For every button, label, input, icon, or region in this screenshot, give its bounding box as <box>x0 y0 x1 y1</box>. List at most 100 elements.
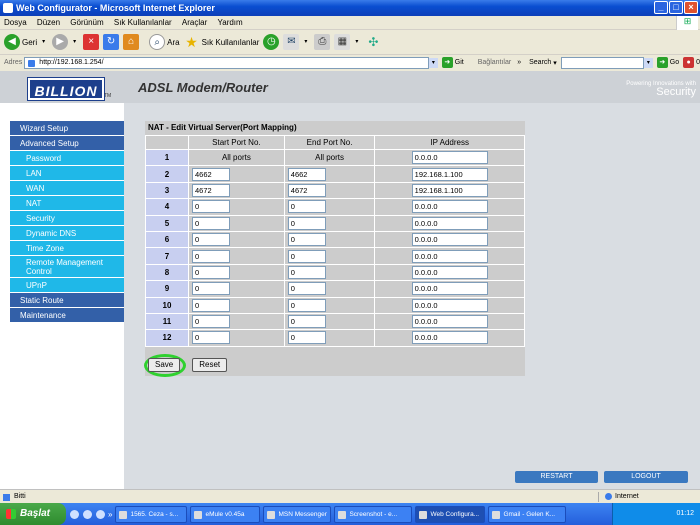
reset-button[interactable]: Reset <box>192 358 228 372</box>
address-dropdown-icon[interactable]: ▾ <box>429 57 438 68</box>
ip-address-input[interactable]: 0.0.0.0 <box>411 265 488 279</box>
search-button[interactable]: ⌕ Ara <box>149 34 180 50</box>
end-port-input[interactable]: 0 <box>287 315 326 329</box>
sidebar-item-remote-management-control[interactable]: Remote Management Control <box>10 256 124 278</box>
start-port-input[interactable]: 4672 <box>192 183 230 197</box>
menu-help[interactable]: Yardım <box>214 16 247 30</box>
sidebar-item-dynamic-dns[interactable]: Dynamic DNS <box>10 226 124 241</box>
mail-button[interactable]: ✉ ▾ <box>283 34 310 50</box>
sidebar-item-wan[interactable]: WAN <box>10 181 124 196</box>
start-port-input[interactable]: 0 <box>192 216 230 230</box>
taskbar-button[interactable]: MSN Messenger <box>263 505 332 523</box>
start-port-input[interactable]: 0 <box>192 200 230 214</box>
stop-button[interactable]: × <box>83 34 100 50</box>
address-input[interactable]: http://192.168.1.254/ <box>24 56 430 69</box>
start-port-input[interactable]: 0 <box>192 249 230 263</box>
ip-address-input[interactable]: 0.0.0.0 <box>411 298 488 312</box>
search-dropdown-icon[interactable]: ▾ <box>644 57 653 68</box>
end-port-input[interactable]: 0 <box>287 331 326 345</box>
ip-address-input[interactable]: 0.0.0.0 <box>411 331 488 345</box>
search-icon: ⌕ <box>149 34 166 50</box>
ip-address-input[interactable]: 0.0.0.0 <box>411 249 488 263</box>
start-port-cell: 0 <box>189 215 284 231</box>
start-port-input[interactable]: 0 <box>192 331 230 345</box>
sidebar-item-wizard-setup[interactable]: Wizard Setup <box>10 121 124 136</box>
start-port-input[interactable]: 0 <box>192 233 230 247</box>
sidebar-item-maintenance[interactable]: Maintenance <box>10 308 124 323</box>
minimize-button[interactable]: _ <box>654 1 668 14</box>
end-port-input[interactable]: 0 <box>287 200 326 214</box>
ip-address-input[interactable]: 192.168.1.100 <box>411 183 488 197</box>
back-button[interactable]: ◀ Geri ▾ <box>4 34 48 50</box>
start-port-input[interactable]: 0 <box>192 315 230 329</box>
end-port-input[interactable]: 0 <box>287 282 326 296</box>
favorites-button[interactable]: ★ Sık Kullanılanlar <box>184 34 259 50</box>
taskbar-button[interactable]: Web Configura... <box>415 505 486 523</box>
end-port-input[interactable]: 0 <box>287 249 326 263</box>
taskbar-button[interactable]: eMule v0.45a <box>190 505 261 523</box>
taskbar-button[interactable]: Screenshot - e... <box>334 505 413 523</box>
history-button[interactable]: ◷ <box>263 34 280 50</box>
go-button[interactable]: ➜ Git <box>441 57 464 68</box>
quicklaunch-ie-icon[interactable] <box>70 509 79 519</box>
sidebar-item-lan[interactable]: LAN <box>10 166 124 181</box>
end-port-input[interactable]: 0 <box>287 298 326 312</box>
sidebar-item-advanced-setup[interactable]: Advanced Setup <box>10 136 124 151</box>
sidebar-item-time-zone[interactable]: Time Zone <box>10 241 124 256</box>
start-port-input[interactable]: 4662 <box>192 167 230 181</box>
menu-tools[interactable]: Araçlar <box>178 16 211 30</box>
save-button[interactable]: Save <box>148 358 181 372</box>
index-header <box>146 136 188 149</box>
ip-address-input[interactable]: 0.0.0.0 <box>411 233 488 247</box>
refresh-button[interactable]: ↻ <box>103 34 120 50</box>
nat-panel-title: NAT - Edit Virtual Server(Port Mapping) <box>145 121 525 135</box>
ip-address-input[interactable]: 192.168.1.100 <box>411 167 488 181</box>
menu-favorites[interactable]: Sık Kullanılanlar <box>110 16 176 30</box>
sidebar-item-static-route[interactable]: Static Route <box>10 293 124 308</box>
links-label[interactable]: Bağlantılar <box>478 59 511 66</box>
end-port-input[interactable]: 0 <box>287 233 326 247</box>
sidebar-item-nat[interactable]: NAT <box>10 196 124 211</box>
menu-view[interactable]: Görünüm <box>66 16 107 30</box>
ip-address-input[interactable]: 0.0.0.0 <box>411 216 488 230</box>
maximize-button[interactable]: □ <box>669 1 683 14</box>
forward-button[interactable]: ▶ ▾ <box>52 34 79 50</box>
start-port-cell: 0 <box>189 297 284 313</box>
print-button[interactable]: ⎙ <box>314 34 331 50</box>
row-index: 3 <box>146 182 188 199</box>
start-port-input[interactable]: 0 <box>192 265 230 279</box>
end-port-input[interactable]: 4672 <box>287 183 326 197</box>
quicklaunch-desktop-icon[interactable] <box>83 509 92 519</box>
messenger-button[interactable]: ✣ <box>365 34 381 50</box>
home-button[interactable]: ⌂ <box>123 34 140 50</box>
menu-file[interactable]: Dosya <box>0 16 31 30</box>
sidebar-item-upnp[interactable]: UPnP <box>10 278 124 293</box>
logout-button[interactable]: LOGOUT <box>604 471 688 483</box>
edit-button[interactable]: ▦ ▾ <box>334 34 361 50</box>
close-button[interactable]: × <box>684 1 698 14</box>
start-port-input[interactable]: 0 <box>192 282 230 296</box>
start-button[interactable]: Başlat <box>0 503 66 525</box>
menu-edit[interactable]: Düzen <box>33 16 64 30</box>
ie-icon <box>3 3 13 13</box>
search-input[interactable] <box>560 56 645 69</box>
window-title-bar: Web Configurator - Microsoft Internet Ex… <box>0 0 700 16</box>
ip-address-input[interactable]: 0.0.0.0 <box>411 282 488 296</box>
start-port-input[interactable]: 0 <box>192 298 230 312</box>
restart-button[interactable]: RESTART <box>515 471 598 483</box>
sidebar-item-password[interactable]: Password <box>10 151 124 166</box>
sidebar-item-security[interactable]: Security <box>10 211 124 226</box>
end-port-input[interactable]: 0 <box>287 216 326 230</box>
ip-address-input[interactable]: 0.0.0.0 <box>411 151 488 165</box>
ip-address-input[interactable]: 0.0.0.0 <box>411 200 488 214</box>
taskbar-button[interactable]: 1565. Ceza - s... <box>115 505 188 523</box>
ip-address-input[interactable]: 0.0.0.0 <box>411 315 488 329</box>
end-port-input[interactable]: 0 <box>287 265 326 279</box>
taskbar-button[interactable]: Gmail - Gelen K... <box>488 505 567 523</box>
end-port-input[interactable]: 4662 <box>287 167 326 181</box>
messenger-icon: ✣ <box>368 35 379 49</box>
port-mapping-rows: 1 All ports All ports 0.0.0.0 2 4662 4662 192.1… <box>146 150 524 346</box>
counter-icon: ● <box>683 57 695 68</box>
quicklaunch-media-icon[interactable] <box>96 509 105 519</box>
search-go-button[interactable]: ➜ Go <box>656 57 679 68</box>
